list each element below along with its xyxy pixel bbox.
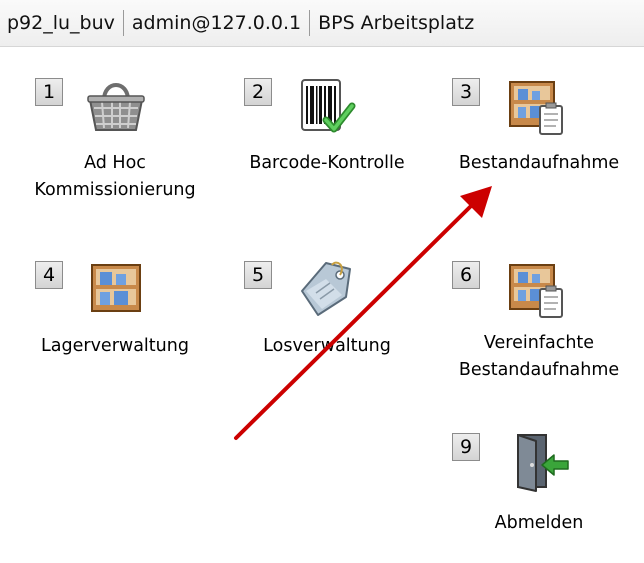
menu-item-bestandaufnahme[interactable]: 3 Bestandaufnahme [444,70,634,210]
menu-item-abmelden[interactable]: 9 Abmelden [444,423,634,563]
menu-item-number: 6 [452,261,480,289]
connection-info: admin@127.0.0.1 [131,12,302,34]
menu-item-label: Barcode-Kontrolle [249,153,405,173]
menu-item-number: 1 [35,78,63,106]
menu-item-barcode-kontrolle[interactable]: 2 Barcode-Kontrolle [232,70,422,210]
menu-item-vereinfachte-bestandaufnahme[interactable]: 6 Vereinfachte Bestandaufnahme [444,253,634,393]
menu-item-label: Vereinfachte Bestandaufnahme [458,333,620,380]
menu-item-number: 4 [35,261,63,289]
shelf-clipboard-icon [509,264,563,318]
menu-item-ad-hoc-kommissionierung[interactable]: 1 Ad Hoc Kommissionierung [20,70,210,210]
menu-item-label: Losverwaltung [263,336,391,356]
menu-item-number: 3 [452,78,480,106]
app-title: BPS Arbeitsplatz [318,12,475,34]
shopping-basket-icon [87,83,145,131]
user-name: p92_lu_buv [7,12,115,34]
menu-item-number: 2 [244,78,272,106]
menu-item-label: Ad Hoc Kommissionierung [34,153,196,200]
menu-item-label: Lagerverwaltung [41,336,189,356]
menu-item-label: Bestandaufnahme [458,153,620,173]
tag-icon [301,261,351,316]
menu-item-number: 9 [452,433,480,461]
title-bar: p92_lu_buv admin@127.0.0.1 BPS Arbeitspl… [0,0,644,47]
menu-item-number: 5 [244,261,272,289]
menu-item-label: Abmelden [494,513,584,533]
shelf-clipboard-icon [509,81,563,135]
menu-item-losverwaltung[interactable]: 5 Losverwaltung [232,253,422,393]
menu-item-lagerverwaltung[interactable]: 4 Lagerverwaltung [20,253,210,393]
barcode-check-icon [301,79,356,133]
shelf-icon [91,264,141,312]
exit-door-icon [517,434,569,492]
